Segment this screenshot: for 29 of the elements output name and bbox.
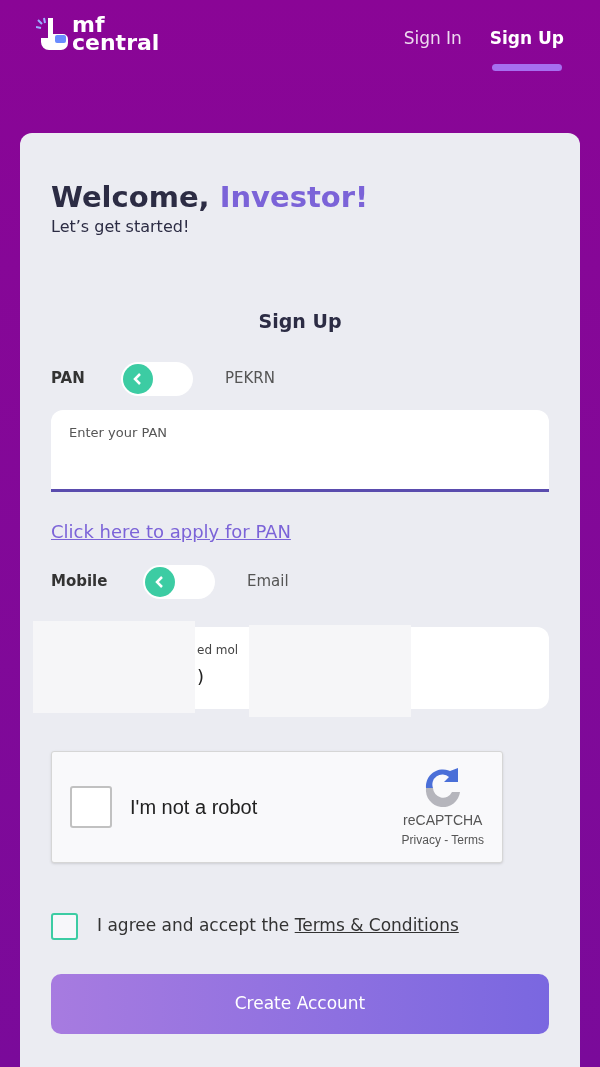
logo-text: mf: [72, 16, 105, 34]
switch-label: PEKRN: [225, 368, 275, 390]
field-label: ed mol: [197, 641, 240, 659]
form-title: Sign Up: [257, 309, 343, 334]
captcha-links: Privacy - Terms: [401, 832, 484, 849]
toggle-switch[interactable]: [143, 564, 215, 599]
captcha-label: I'm not a robot: [130, 794, 258, 820]
chevron-icon: [145, 566, 175, 597]
switch-label: Mobile: [51, 571, 109, 593]
field-value: ): [197, 664, 206, 689]
chevron-icon: [123, 363, 153, 394]
welcome-heading: Welcome, Investor!: [51, 179, 370, 215]
apply-pan-link[interactable]: Click here to apply for PAN: [51, 517, 549, 545]
nav-link[interactable]: Sign In: [403, 26, 462, 52]
captcha-brand: reCAPTCHA: [403, 811, 483, 830]
terms-text: I agree and accept the Terms & Conditions: [97, 914, 459, 938]
hand-icon: [36, 16, 70, 52]
nav-link[interactable]: Sign Up: [489, 26, 564, 52]
terms-link[interactable]: Terms & Conditions: [294, 915, 459, 936]
pan-field[interactable]: Enter your PAN: [51, 409, 549, 492]
subtitle: Let’s get started!: [51, 216, 191, 238]
switch-label: PAN: [51, 368, 86, 390]
create-account-button[interactable]: Create Account: [51, 973, 549, 1034]
logo-text: central: [72, 34, 160, 52]
terms-checkbox[interactable]: [51, 912, 78, 940]
switch-label: Email: [247, 571, 289, 593]
captcha-checkbox[interactable]: [70, 785, 112, 828]
toggle-switch[interactable]: [121, 361, 193, 396]
active-tab-indicator: [491, 63, 562, 71]
